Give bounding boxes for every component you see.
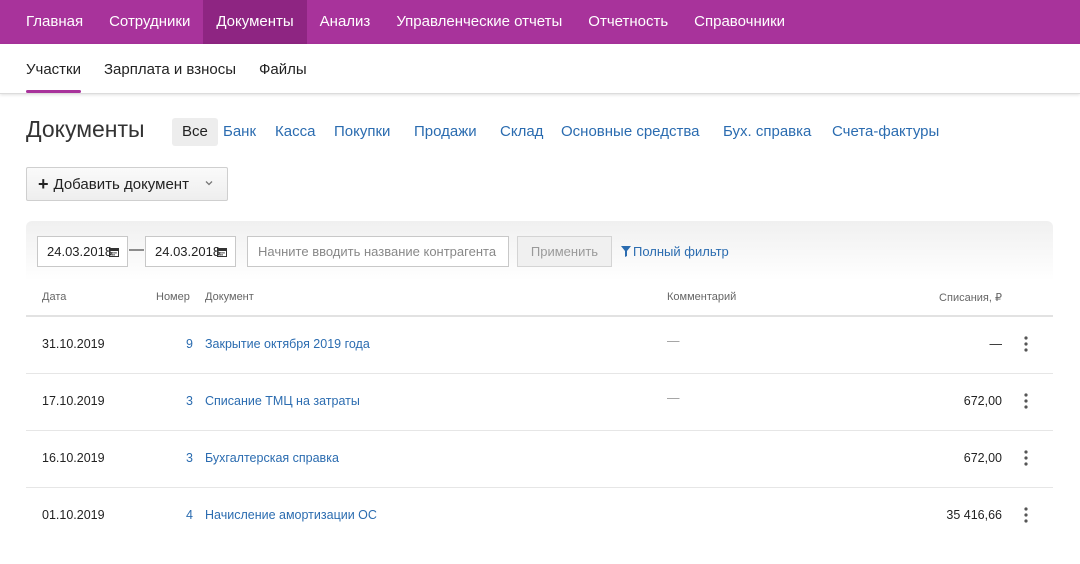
row-date: 01.10.2019 (42, 508, 105, 522)
row-comment: — (667, 391, 680, 405)
top-nav-item-documents[interactable]: Документы (203, 0, 307, 44)
sub-nav-item-salary[interactable]: Зарплата и взносы (104, 44, 236, 94)
contragent-search-input[interactable] (247, 236, 509, 267)
column-header-amount[interactable]: Списания, ₽ (939, 291, 1002, 304)
filter-tab-fixed-assets[interactable]: Основные средства (561, 118, 699, 146)
page-title: Документы (26, 116, 145, 142)
date-to-input[interactable]: 24.03.2018 (145, 236, 236, 267)
row-date: 17.10.2019 (42, 394, 105, 408)
more-vertical-icon[interactable] (1021, 506, 1031, 524)
table-row[interactable]: 16.10.2019 3 Бухгалтерская справка 672,0… (26, 431, 1053, 488)
row-number-link[interactable]: 4 (186, 508, 193, 522)
plus-icon: + (38, 174, 49, 194)
filter-tab-purchases[interactable]: Покупки (334, 118, 390, 146)
filter-tab-invoices[interactable]: Счета-фактуры (832, 118, 939, 146)
sub-nav: Участки Зарплата и взносы Файлы (0, 44, 1080, 94)
top-nav-item-reporting[interactable]: Отчетность (575, 0, 681, 44)
chevron-down-icon (205, 181, 213, 186)
top-nav: Главная Сотрудники Документы Анализ Упра… (0, 0, 1080, 44)
row-document-link[interactable]: Списание ТМЦ на затраты (205, 394, 360, 408)
row-number-link[interactable]: 9 (186, 337, 193, 351)
row-number-link[interactable]: 3 (186, 394, 193, 408)
date-from-input[interactable]: 24.03.2018 (37, 236, 128, 267)
more-vertical-icon[interactable] (1021, 335, 1031, 353)
filter-tab-cash[interactable]: Касса (275, 118, 315, 146)
date-range-separator: — (129, 241, 144, 258)
top-nav-item-home[interactable]: Главная (0, 0, 96, 44)
row-amount: 672,00 (963, 451, 1002, 465)
row-date: 16.10.2019 (42, 451, 105, 465)
filter-tab-bank[interactable]: Банк (223, 118, 256, 146)
calendar-icon (109, 248, 119, 257)
calendar-icon (217, 248, 227, 257)
apply-filter-button[interactable]: Применить (517, 236, 612, 267)
top-nav-item-employees[interactable]: Сотрудники (96, 0, 203, 44)
column-header-document[interactable]: Документ (205, 291, 254, 303)
row-amount: — (989, 337, 1003, 351)
table-row[interactable]: 17.10.2019 3 Списание ТМЦ на затраты — 6… (26, 374, 1053, 431)
full-filter-label: Полный фильтр (633, 244, 729, 259)
sub-nav-item-sections[interactable]: Участки (26, 44, 81, 94)
funnel-icon (621, 246, 631, 257)
table-row[interactable]: 01.10.2019 4 Начисление амортизации ОС 3… (26, 488, 1053, 545)
top-nav-item-management-reports[interactable]: Управленческие отчеты (383, 0, 575, 44)
add-document-button[interactable]: + Добавить документ (26, 167, 228, 201)
sub-nav-item-files[interactable]: Файлы (259, 44, 307, 94)
row-document-link[interactable]: Закрытие октября 2019 года (205, 337, 370, 351)
row-amount: 672,00 (963, 394, 1002, 408)
top-nav-item-reference-books[interactable]: Справочники (681, 0, 798, 44)
filter-tab-accounting-note[interactable]: Бух. справка (723, 118, 811, 146)
row-document-link[interactable]: Бухгалтерская справка (205, 451, 339, 465)
date-to-value: 24.03.2018 (155, 244, 221, 259)
top-nav-item-analysis[interactable]: Анализ (307, 0, 384, 44)
row-comment: — (667, 334, 680, 348)
full-filter-link[interactable]: Полный фильтр (621, 244, 729, 259)
more-vertical-icon[interactable] (1021, 449, 1031, 467)
filter-tab-all[interactable]: Все (172, 118, 218, 146)
row-amount: 35 416,66 (946, 508, 1002, 522)
row-document-link[interactable]: Начисление амортизации ОС (205, 508, 377, 522)
table-row[interactable]: 31.10.2019 9 Закрытие октября 2019 года … (26, 317, 1053, 374)
filter-bar: 24.03.2018 — 24.03.2018 Применить Полн (26, 221, 1053, 281)
add-document-label: Добавить документ (53, 175, 189, 193)
filter-tab-sales[interactable]: Продажи (414, 118, 477, 146)
date-from-value: 24.03.2018 (47, 244, 113, 259)
row-number-link[interactable]: 3 (186, 451, 193, 465)
column-header-number[interactable]: Номер (156, 291, 190, 303)
column-header-date[interactable]: Дата (42, 291, 66, 303)
filter-tab-warehouse[interactable]: Склад (500, 118, 543, 146)
column-header-comment[interactable]: Комментарий (667, 291, 736, 303)
row-date: 31.10.2019 (42, 337, 105, 351)
more-vertical-icon[interactable] (1021, 392, 1031, 410)
